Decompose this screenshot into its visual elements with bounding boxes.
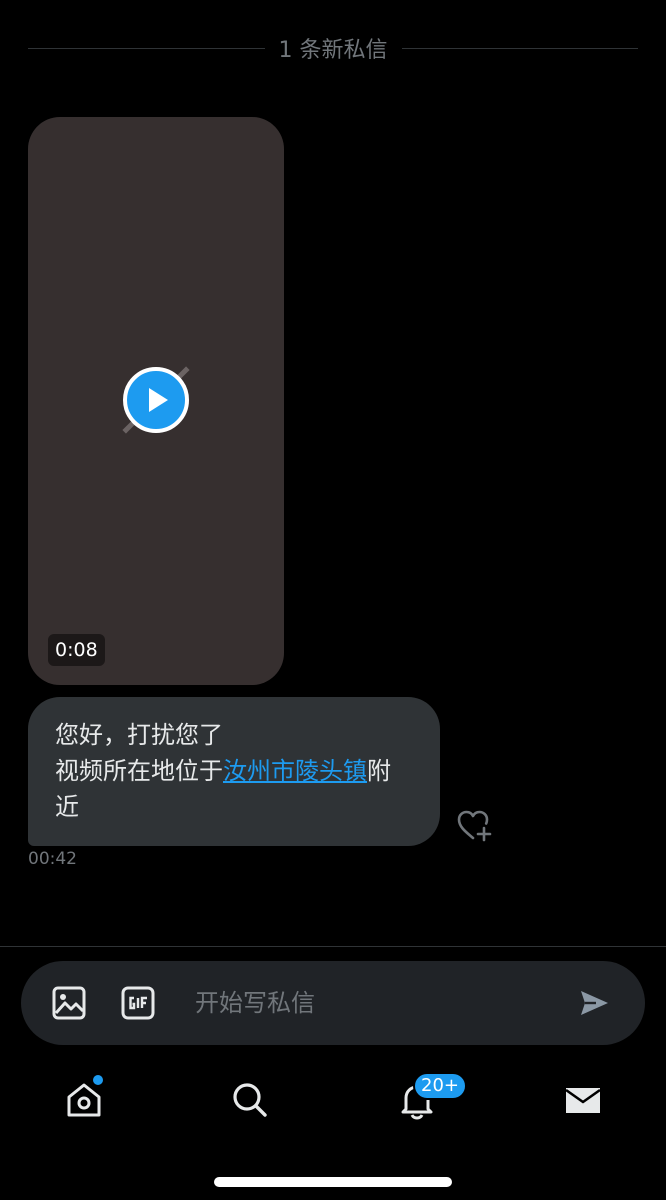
add-reaction-button[interactable] <box>456 808 494 844</box>
new-messages-label: 1 条新私信 <box>278 38 388 63</box>
play-icon <box>149 388 168 412</box>
message-line-3: 近 <box>55 793 79 821</box>
nav-search-tab[interactable] <box>230 1080 270 1120</box>
text-message-bubble: 您好，打扰您了 视频所在地位于汝州市陵头镇附 近 <box>28 697 440 846</box>
location-link[interactable]: 汝州市陵头镇 <box>223 757 367 785</box>
image-icon <box>52 986 86 1020</box>
home-icon <box>67 1083 101 1117</box>
message-line-2-suffix: 附 <box>367 757 391 785</box>
message-composer <box>21 961 645 1045</box>
send-button[interactable] <box>578 987 610 1019</box>
home-unread-dot <box>93 1075 103 1085</box>
nav-home-tab[interactable] <box>64 1080 104 1120</box>
notifications-badge: 20+ <box>413 1072 467 1100</box>
composer-divider <box>0 946 666 947</box>
message-input[interactable] <box>195 979 555 1027</box>
envelope-icon <box>565 1088 601 1113</box>
message-timestamp: 00:42 <box>28 849 77 869</box>
play-button[interactable] <box>123 367 189 433</box>
message-line-2-prefix: 视频所在地位于 <box>55 757 223 785</box>
add-gif-button[interactable] <box>121 986 155 1020</box>
divider-line-left <box>28 47 265 49</box>
nav-messages-tab[interactable] <box>563 1080 603 1120</box>
message-line-2: 视频所在地位于汝州市陵头镇附 <box>55 753 414 789</box>
heart-plus-icon <box>457 810 492 842</box>
search-icon <box>233 1083 267 1117</box>
video-duration-badge: 0:08 <box>48 634 105 666</box>
send-icon <box>581 991 608 1015</box>
home-indicator <box>214 1177 452 1187</box>
divider-line-right <box>401 47 638 49</box>
new-messages-divider: 1 条新私信 <box>28 30 638 66</box>
add-image-button[interactable] <box>51 985 87 1021</box>
gif-icon <box>121 986 155 1020</box>
message-line-1: 您好，打扰您了 <box>55 721 223 749</box>
